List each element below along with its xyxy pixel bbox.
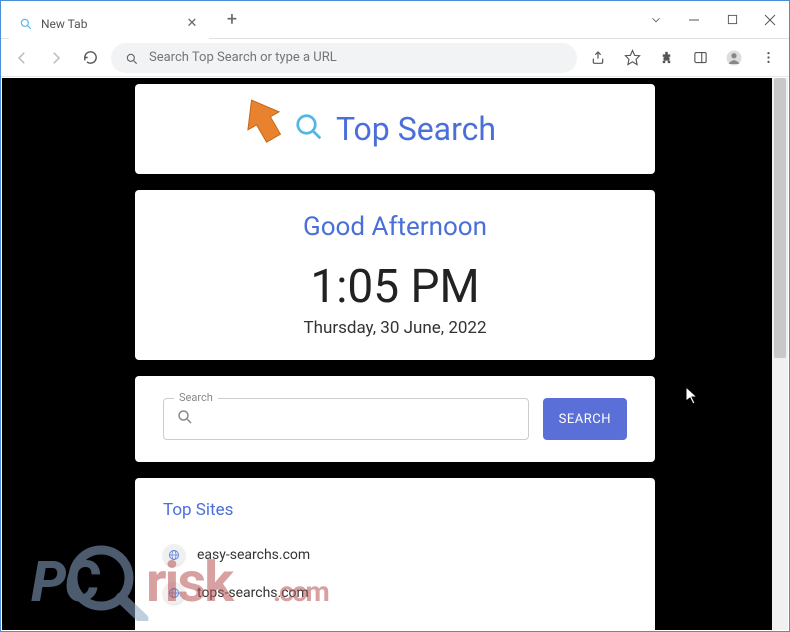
new-tab-button[interactable]: +	[219, 7, 245, 33]
maximize-button[interactable]	[717, 5, 747, 35]
topsites-title: Top Sites	[163, 500, 627, 520]
scrollbar[interactable]	[772, 78, 788, 630]
page-content: Top Search Good Afternoon 1:05 PM Thursd…	[135, 78, 655, 630]
close-window-button[interactable]	[755, 5, 785, 35]
greeting-text: Good Afternoon	[163, 212, 627, 242]
page-viewport: Top Search Good Afternoon 1:05 PM Thursd…	[2, 78, 788, 630]
extensions-icon[interactable]	[653, 45, 679, 71]
chevron-down-icon[interactable]	[641, 5, 671, 35]
site-domain: easy-searchs.com	[197, 547, 310, 563]
search-field-label: Search	[174, 391, 218, 404]
list-item[interactable]: tops-searchs.com	[163, 574, 627, 612]
reload-button[interactable]	[77, 45, 103, 71]
logo-text: Top Search	[336, 110, 496, 148]
list-item[interactable]: easy-searchs.com	[163, 536, 627, 574]
omnibox-input[interactable]	[149, 50, 563, 65]
menu-icon[interactable]	[755, 45, 781, 71]
toolbar	[1, 39, 789, 77]
browser-tab[interactable]: New Tab ✕	[9, 9, 209, 39]
globe-icon	[163, 582, 185, 604]
sidepanel-icon[interactable]	[687, 45, 713, 71]
date-text: Thursday, 30 June, 2022	[163, 318, 627, 338]
logo-card: Top Search	[135, 84, 655, 174]
titlebar: New Tab ✕ +	[1, 1, 789, 39]
address-bar[interactable]	[111, 43, 577, 73]
share-icon[interactable]	[585, 45, 611, 71]
tab-title: New Tab	[41, 17, 87, 31]
search-input[interactable]	[204, 411, 516, 427]
search-card: Search SEARCH	[135, 376, 655, 462]
search-icon	[294, 112, 324, 146]
search-icon	[176, 408, 194, 430]
site-domain: tops-searchs.com	[197, 585, 309, 601]
browser-window: New Tab ✕ +	[0, 0, 790, 632]
topsites-card: Top Sites easy-searchs.com tops-searchs.…	[135, 478, 655, 630]
bookmark-icon[interactable]	[619, 45, 645, 71]
globe-icon	[163, 544, 185, 566]
search-button[interactable]: SEARCH	[543, 398, 627, 440]
back-button[interactable]	[9, 45, 35, 71]
minimize-button[interactable]	[679, 5, 709, 35]
close-icon[interactable]: ✕	[185, 17, 199, 31]
clock-card: Good Afternoon 1:05 PM Thursday, 30 June…	[135, 190, 655, 360]
time-text: 1:05 PM	[163, 260, 627, 314]
window-controls	[641, 5, 789, 35]
search-icon	[19, 17, 33, 31]
search-field[interactable]: Search	[163, 398, 529, 440]
forward-button[interactable]	[43, 45, 69, 71]
profile-icon[interactable]	[721, 45, 747, 71]
search-icon	[125, 51, 139, 65]
scroll-thumb[interactable]	[774, 78, 786, 358]
